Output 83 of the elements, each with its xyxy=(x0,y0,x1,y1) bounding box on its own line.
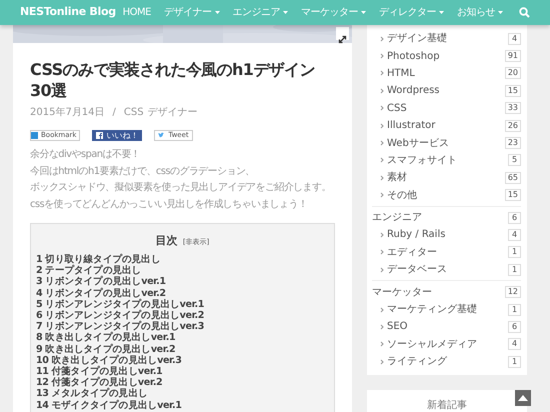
count-badge: 4 xyxy=(508,338,521,350)
subcategory-link[interactable]: SEO xyxy=(387,319,408,334)
chevron-icon xyxy=(380,341,384,348)
chevron-icon xyxy=(380,174,384,181)
count-badge: 4 xyxy=(508,228,521,241)
toc-link[interactable]: 2 テープタイプの見出し xyxy=(36,265,329,276)
count-badge: 1 xyxy=(508,356,521,368)
subcategory-link[interactable]: データベース xyxy=(387,262,447,278)
subcategory-link[interactable]: デザイン基礎 xyxy=(387,31,447,46)
toc-link[interactable]: 3 リボンタイプの見出しver.1 xyxy=(36,276,329,288)
chevron-icon xyxy=(380,70,384,76)
subcategory-link[interactable]: CSS xyxy=(387,100,407,116)
post-date: 2015年7月14日 xyxy=(30,106,105,120)
count-badge: 5 xyxy=(508,154,521,166)
paragraph: 余分なdivやspanは不要！ xyxy=(30,148,142,162)
subcategory-link[interactable]: エディター xyxy=(387,244,437,260)
toc-link[interactable]: 14 モザイクタイプの見出しver.1 xyxy=(36,400,329,411)
subcategory-link[interactable]: Ruby / Rails xyxy=(387,227,446,242)
category-link[interactable]: エンジニア xyxy=(372,210,422,226)
paragraph: ボックスシャドウ、擬似要素を使った見出しアイデアをご紹介します。 xyxy=(30,180,332,195)
chevron-icon xyxy=(380,140,384,146)
count-badge: 23 xyxy=(504,137,521,150)
share-button[interactable]: いいね！ xyxy=(92,130,142,141)
count-badge: 1 xyxy=(508,304,521,316)
toc-link[interactable]: 11 付箋タイプの見出しver.1 xyxy=(36,366,329,378)
chevron-icon xyxy=(380,306,384,313)
count-badge: 6 xyxy=(508,320,521,333)
subcategory-link[interactable]: マーケティング基礎 xyxy=(387,302,477,318)
bookmark-icon xyxy=(31,132,38,139)
chevron-icon xyxy=(380,358,384,365)
chevron-icon xyxy=(380,249,384,256)
chevron-icon xyxy=(380,53,384,60)
separator: / xyxy=(112,106,116,120)
paragraph: cssを使ってどんどんかっこいい見出しを作成しちゃいましょう！ xyxy=(30,198,308,212)
bird-icon xyxy=(158,132,166,139)
toc-link[interactable]: 12 付箋タイプの見出しver.2 xyxy=(36,377,329,388)
subcategory-link[interactable]: HTML xyxy=(387,66,415,81)
chevron-icon xyxy=(380,105,384,112)
subcategory-link[interactable]: その他 xyxy=(387,188,417,203)
subcategory-link[interactable]: Illustrator xyxy=(387,118,436,134)
subcategory-link[interactable]: スマフォサイト xyxy=(387,152,457,168)
toc-link[interactable]: 4 リボンタイプの見出しver.2 xyxy=(36,288,329,299)
chevron-icon xyxy=(380,232,384,238)
count-badge: 26 xyxy=(504,120,521,132)
subcategory-link[interactable]: Wordpress xyxy=(387,83,440,98)
count-badge: 6 xyxy=(508,212,521,224)
toc-title: 目次 xyxy=(156,234,178,247)
toc-link[interactable]: 5 リボンアレンジタイプの見出しver.1 xyxy=(36,298,329,310)
toc-link[interactable]: 7 リボンアレンジタイプの見出しver.3 xyxy=(36,321,329,332)
subcategory-link[interactable]: 素材 xyxy=(387,170,407,186)
facebook-icon xyxy=(96,132,104,139)
paragraph: 今回はhtmlのh1要素だけで、cssのグラデーション、 xyxy=(30,164,256,178)
toc-link[interactable]: 6 リボンアレンジタイプの見出しver.2 xyxy=(36,310,329,322)
subcategory-link[interactable]: ソーシャルメディア xyxy=(387,336,477,352)
count-badge: 33 xyxy=(504,102,521,114)
chevron-icon xyxy=(380,122,384,129)
subcategory-link[interactable]: Photoshop xyxy=(387,48,440,64)
count-badge: 12 xyxy=(504,286,521,298)
toc-link[interactable]: 9 吹き出しタイプの見出しver.2 xyxy=(36,344,329,355)
count-badge: 15 xyxy=(504,84,521,97)
widget-title: 新着記事 xyxy=(427,400,467,412)
count-badge: 4 xyxy=(508,32,521,45)
chevron-icon xyxy=(380,324,384,330)
count-badge: 1 xyxy=(508,264,521,276)
count-badge: 20 xyxy=(504,67,521,80)
count-badge: 1 xyxy=(508,246,521,258)
article-title: CSSのみで実装された今風のh1デザイン30選 xyxy=(30,59,316,101)
toc-link[interactable]: 13 メタルタイプの見出し xyxy=(36,388,329,400)
chevron-icon xyxy=(380,192,384,198)
subcategory-link[interactable]: ライティング xyxy=(387,354,447,370)
count-badge: 91 xyxy=(504,50,521,62)
chevron-icon xyxy=(380,157,384,164)
chevron-icon xyxy=(380,36,384,42)
count-badge: 65 xyxy=(504,172,521,184)
subcategory-link[interactable]: Webサービス xyxy=(387,136,449,151)
toc-link[interactable]: 1 切り取り線タイプの見出し xyxy=(36,254,329,266)
category-link[interactable]: マーケッター xyxy=(372,284,432,300)
chevron-icon xyxy=(380,266,384,273)
back-to-top-button[interactable] xyxy=(515,390,531,406)
chevron-icon xyxy=(380,88,384,94)
toc-link[interactable]: 8 吹き出しタイプの見出しver.1 xyxy=(36,332,329,344)
toc-link[interactable]: 10 吹き出しタイプの見出しver.3 xyxy=(36,354,329,366)
count-badge: 15 xyxy=(504,189,521,202)
